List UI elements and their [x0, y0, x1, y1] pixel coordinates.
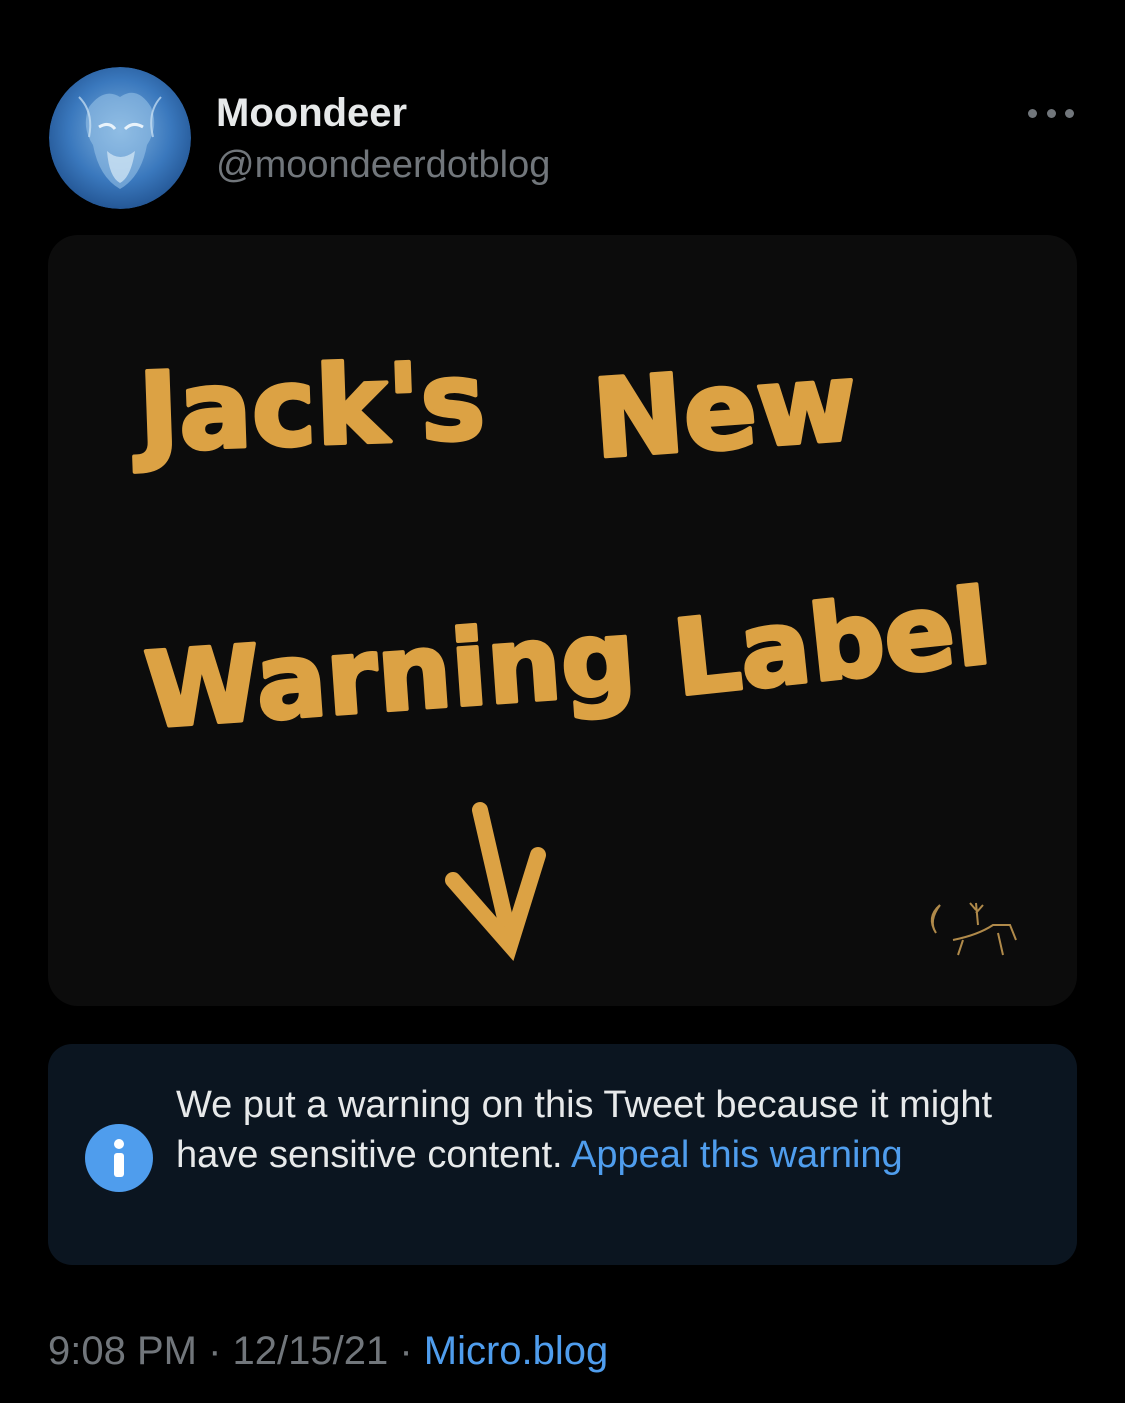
tweet-date[interactable]: 12/15/21	[233, 1329, 389, 1373]
author-handle[interactable]: @moondeerdotblog	[216, 142, 550, 188]
tweet-meta: 9:08 PM · 12/15/21 · Micro.blog	[48, 1325, 608, 1377]
tweet-time[interactable]: 9:08 PM	[48, 1329, 197, 1373]
down-arrow-icon	[445, 802, 546, 962]
avatar[interactable]	[49, 67, 191, 209]
tweet-image[interactable]: Jack's New Warning Label	[48, 235, 1077, 1006]
author-name[interactable]: Moondeer	[216, 88, 407, 138]
handwritten-word-label: Label	[668, 565, 996, 719]
handwritten-word-jacks: Jack's	[130, 339, 487, 476]
handwritten-word-new: New	[589, 340, 860, 483]
appeal-warning-link[interactable]: Appeal this warning	[571, 1134, 903, 1176]
moon-deer-signature-icon	[930, 902, 1017, 956]
tweet-source-link[interactable]: Micro.blog	[424, 1329, 609, 1373]
meta-separator-1: ·	[196, 1329, 233, 1373]
ellipsis-icon[interactable]	[1028, 100, 1074, 126]
notice-text: We put a warning on this Tweet because i…	[176, 1080, 996, 1180]
meta-separator-2: ·	[388, 1329, 424, 1373]
info-icon	[85, 1124, 153, 1192]
handwritten-word-warning: Warning	[141, 596, 639, 752]
